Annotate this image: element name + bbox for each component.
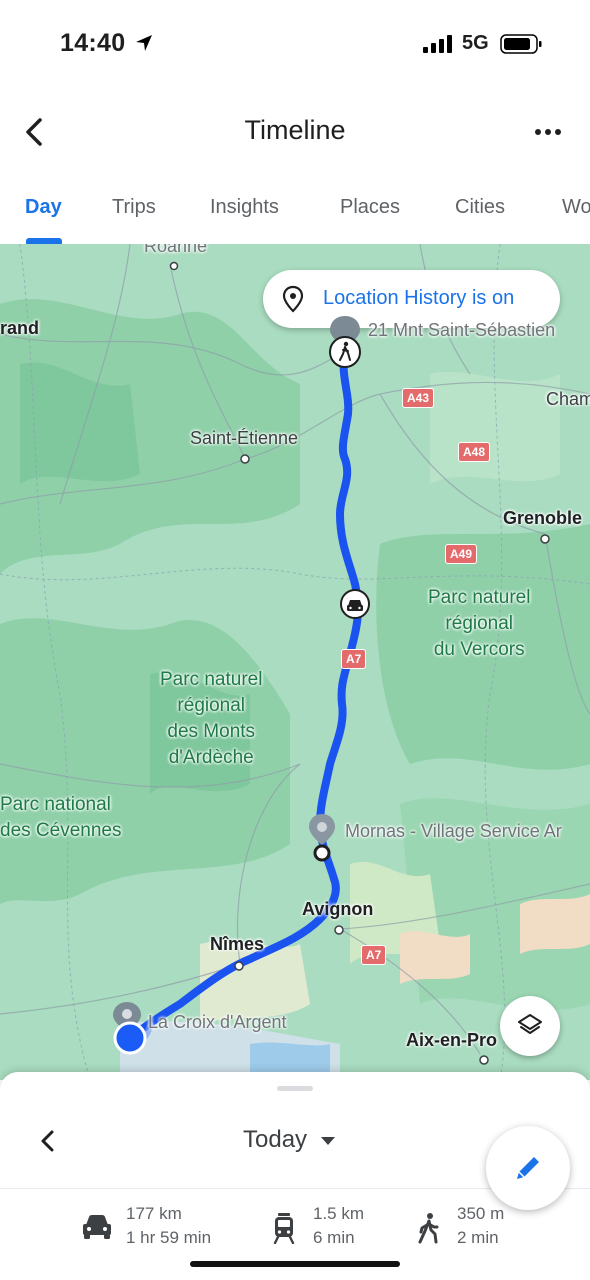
chevron-down-icon[interactable]	[320, 1136, 336, 1146]
city-dot-icon	[334, 925, 344, 935]
tab-day[interactable]: Day	[25, 196, 62, 219]
label-grenoble: Grenoble	[503, 508, 583, 528]
road-a7: A7	[361, 945, 387, 965]
driving-duration: 1 hr 59 min	[126, 1228, 212, 1247]
label-croix-argent: La Croix d'Argent	[148, 1012, 287, 1032]
current-location-marker[interactable]	[108, 1000, 152, 1060]
stat-walking: 350 m 2 min	[414, 1200, 534, 1260]
tab-cities[interactable]: Cities	[455, 196, 505, 219]
tab-bar: Day Trips Insights Places Cities Wo	[0, 182, 590, 244]
cellular-signal-icon	[423, 35, 452, 53]
city-dot-icon	[234, 961, 244, 971]
driving-distance: 177 km	[126, 1204, 182, 1223]
label-saint-etienne: Saint-Étienne	[190, 428, 299, 448]
label-mornas: Mornas - Village Service Ar	[345, 821, 562, 841]
city-dot-icon	[240, 454, 250, 464]
car-icon	[83, 1215, 111, 1239]
tab-world[interactable]: Wo	[562, 196, 590, 219]
layers-button[interactable]	[500, 996, 560, 1056]
home-indicator	[190, 1261, 400, 1267]
page-title: Timeline	[244, 115, 346, 145]
label-st-sebastien: 21 Mnt Saint-Sébastien	[368, 320, 556, 340]
road-a7: A7	[341, 649, 367, 669]
previous-day-icon[interactable]	[34, 1126, 62, 1156]
more-options-icon[interactable]	[528, 118, 568, 146]
layers-icon	[518, 1014, 542, 1034]
walk-stop-marker[interactable]	[326, 314, 364, 370]
tab-trips[interactable]: Trips	[112, 196, 156, 219]
label-rand: rand	[0, 318, 40, 338]
location-arrow-icon	[136, 35, 152, 51]
label-aix: Aix-en-Pro	[406, 1030, 498, 1050]
pencil-icon	[517, 1157, 539, 1179]
edit-button[interactable]	[486, 1126, 570, 1210]
stat-driving: 177 km 1 hr 59 min	[80, 1200, 250, 1260]
walking-distance: 350 m	[457, 1204, 505, 1223]
tram-distance: 1.5 km	[313, 1204, 365, 1223]
location-history-text: Location History is on	[323, 287, 515, 309]
label-nimes: Nîmes	[210, 934, 265, 954]
date-selector[interactable]: Today	[243, 1126, 307, 1154]
battery-icon	[500, 34, 542, 54]
city-dot-icon	[479, 1055, 489, 1065]
status-bar: 14:40 5G	[0, 0, 590, 88]
road-a48: A48	[458, 442, 491, 462]
city-dot-icon	[540, 534, 550, 544]
label-avignon: Avignon	[302, 899, 374, 919]
location-pin-icon	[282, 285, 304, 313]
label-cham: Cham	[546, 389, 590, 409]
tab-places[interactable]: Places	[340, 196, 400, 219]
label-ardeche: Parc naturel régional des Monts d'Ardèch…	[160, 669, 263, 768]
tab-insights[interactable]: Insights	[210, 196, 279, 219]
status-time: 14:40	[60, 29, 126, 57]
label-roanne: Roanne	[144, 244, 208, 256]
car-segment-icon[interactable]	[339, 588, 371, 620]
city-dot-icon	[169, 261, 179, 271]
walk-icon	[418, 1213, 439, 1244]
stat-tram: 1.5 km 6 min	[270, 1200, 390, 1260]
label-cevennes: Parc national des Cévennes	[0, 794, 122, 841]
road-a49: A49	[445, 544, 478, 564]
label-vercors: Parc naturel régional du Vercors	[428, 587, 531, 660]
road-a43: A43	[402, 388, 435, 408]
network-type: 5G	[462, 32, 489, 54]
tram-icon	[273, 1213, 295, 1244]
place-pin-mornas[interactable]	[306, 812, 338, 864]
app-header: Timeline	[0, 100, 590, 164]
map-view[interactable]: Location History is on Roanne rand 21 Mn…	[0, 244, 590, 1080]
sheet-drag-handle[interactable]	[277, 1086, 313, 1091]
walking-duration: 2 min	[457, 1228, 499, 1247]
tram-duration: 6 min	[313, 1228, 355, 1247]
